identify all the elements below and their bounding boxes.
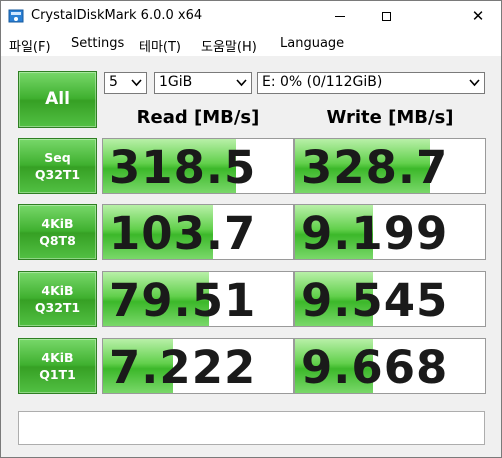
write-result-value: 9.668 (301, 341, 449, 394)
write-result-cell: 9.199 (294, 204, 486, 260)
minimize-icon (335, 16, 345, 17)
read-header: Read [MB/s] (136, 107, 260, 128)
test-button-line1: 4KiB (41, 283, 74, 298)
test-button-4kib-q32t1[interactable]: 4KiB Q32T1 (18, 271, 97, 327)
drive-select[interactable]: E: 0% (0/112GiB) (257, 72, 485, 94)
test-button-line1: 4KiB (41, 216, 74, 231)
title-bar[interactable]: CrystalDiskMark 6.0.0 x64 ✕ (1, 1, 501, 32)
read-result-value: 7.222 (109, 341, 257, 394)
close-icon: ✕ (471, 7, 485, 25)
comment-field[interactable] (18, 411, 485, 445)
test-button-4kib-q1t1[interactable]: 4KiB Q1T1 (18, 338, 97, 394)
drive-value: E: 0% (0/112GiB) (262, 74, 383, 90)
read-result-cell: 103.7 (102, 204, 294, 260)
write-result-cell: 328.7 (294, 138, 486, 194)
menu-theme[interactable]: 테마(T) (139, 36, 181, 55)
test-button-line2: Q32T1 (34, 300, 81, 315)
write-result-cell: 9.545 (294, 271, 486, 327)
minimize-button[interactable] (317, 1, 363, 32)
test-button-line2: Q8T8 (39, 233, 76, 248)
test-button-4kib-q8t8[interactable]: 4KiB Q8T8 (18, 204, 97, 260)
test-button-line2: Q32T1 (34, 167, 81, 182)
test-button-line1: Seq (44, 150, 71, 165)
test-button-seq-q32t1[interactable]: Seq Q32T1 (18, 138, 97, 194)
write-result-value: 9.545 (301, 274, 449, 327)
test-count-value: 5 (109, 74, 118, 90)
all-button[interactable]: All (18, 71, 97, 128)
menu-language[interactable]: Language (280, 36, 344, 51)
read-result-cell: 318.5 (102, 138, 294, 194)
menu-file[interactable]: 파일(F) (9, 36, 51, 55)
all-button-label: All (45, 89, 70, 109)
close-button[interactable]: ✕ (455, 1, 501, 32)
maximize-icon (381, 12, 391, 21)
test-count-select[interactable]: 5 (104, 72, 147, 94)
maximize-button[interactable] (363, 1, 409, 32)
menu-settings[interactable]: Settings (71, 36, 124, 51)
write-result-cell: 9.668 (294, 338, 486, 394)
write-result-value: 328.7 (301, 141, 449, 194)
test-button-line1: 4KiB (41, 350, 74, 365)
chevron-down-icon (235, 76, 248, 89)
read-result-cell: 7.222 (102, 338, 294, 394)
write-header: Write [MB/s] (326, 107, 454, 128)
test-button-line2: Q1T1 (39, 367, 76, 382)
app-window: CrystalDiskMark 6.0.0 x64 ✕ 파일(F) Settin… (0, 0, 502, 458)
test-size-select[interactable]: 1GiB (154, 72, 252, 94)
app-logo-icon (8, 8, 24, 24)
read-result-cell: 79.51 (102, 271, 294, 327)
menu-bar: 파일(F) Settings 테마(T) 도움말(H) Language (1, 32, 501, 56)
read-result-value: 318.5 (109, 141, 257, 194)
window-title: CrystalDiskMark 6.0.0 x64 (31, 8, 203, 23)
read-result-value: 79.51 (109, 274, 257, 327)
write-result-value: 9.199 (301, 207, 449, 260)
read-result-value: 103.7 (109, 207, 257, 260)
chevron-down-icon (468, 76, 481, 89)
test-size-value: 1GiB (159, 74, 193, 90)
chevron-down-icon (130, 76, 143, 89)
menu-help[interactable]: 도움말(H) (201, 36, 257, 55)
